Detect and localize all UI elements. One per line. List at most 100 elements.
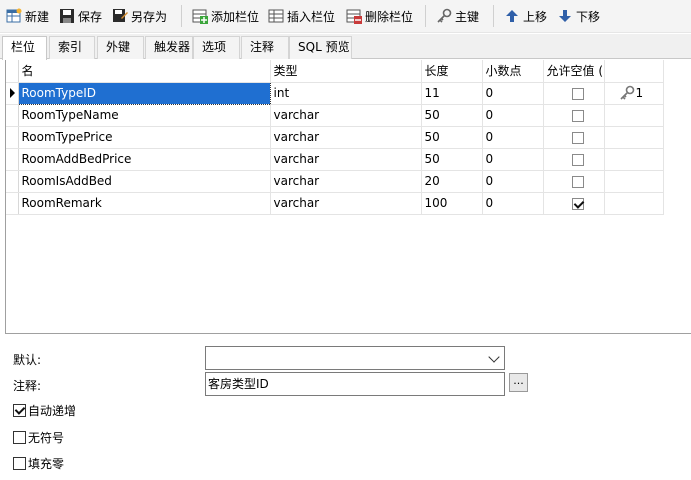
field-nullable-cell[interactable] [543,148,605,171]
delete-field-button[interactable]: 删除栏位 [346,6,413,26]
nullable-checkbox[interactable] [571,197,584,210]
field-length-cell[interactable]: 100 [421,192,483,215]
field-properties-panel: 默认: 注释: 客房类型ID ... 自动递增 无符号 填充零 [0,335,691,480]
toolbar-separator [425,5,426,27]
save-button[interactable]: 保存 [59,6,102,26]
insert-field-button[interactable]: 插入栏位 [268,6,335,26]
field-decimals-cell[interactable]: 0 [482,82,544,105]
nullable-checkbox[interactable] [571,87,584,100]
field-name-cell[interactable]: RoomIsAddBed [18,170,271,193]
field-name-cell[interactable]: RoomTypePrice [18,126,271,149]
column-header-type[interactable]: 类型 [270,60,422,83]
field-type-cell[interactable]: varchar [270,170,422,193]
column-header-name[interactable]: 名 [18,60,271,83]
field-length-cell[interactable]: 11 [421,82,483,105]
field-decimals-cell[interactable]: 0 [482,126,544,149]
field-type-cell[interactable]: varchar [270,148,422,171]
table-row[interactable]: RoomRemark varchar 100 0 [6,192,664,215]
new-label: 新建 [25,9,50,24]
tab-foreign-keys[interactable]: 外键 [97,36,144,59]
arrow-down-icon [557,8,573,24]
field-length-cell[interactable]: 20 [421,170,483,193]
comment-edit-button[interactable]: ... [509,373,528,392]
field-nullable-cell[interactable] [543,104,605,127]
new-button[interactable]: 新建 [6,6,49,26]
column-header-key[interactable] [604,60,664,83]
nullable-checkbox[interactable] [571,109,584,122]
column-header-decimals[interactable]: 小数点 [482,60,544,83]
column-header-nullable[interactable]: 允许空值 ( [543,60,605,83]
unsigned-check-box[interactable] [13,431,26,444]
zerofill-check-box[interactable] [13,457,26,470]
field-type-cell[interactable]: int [270,82,422,105]
add-field-button[interactable]: 添加栏位 [192,6,259,26]
field-nullable-cell[interactable] [543,170,605,193]
tab-fields[interactable]: 栏位 [2,36,47,60]
field-name-cell[interactable]: RoomRemark [18,192,271,215]
nullable-checkbox[interactable] [571,131,584,144]
field-decimals-cell[interactable]: 0 [482,170,544,193]
tab-indexes[interactable]: 索引 [49,36,95,59]
field-length-cell[interactable]: 50 [421,148,483,171]
primary-key-label: 主键 [455,9,480,24]
unsigned-checkbox[interactable]: 无符号 [13,429,64,446]
table-row[interactable]: RoomTypeID int 11 0 1 [6,81,664,105]
primary-key-button[interactable]: 主键 [436,6,479,26]
insert-field-icon [268,8,284,24]
tab-options[interactable]: 选项 [193,36,240,59]
field-key-cell[interactable] [604,148,664,171]
table-row[interactable]: RoomTypePrice varchar 50 0 [6,126,664,149]
auto-increment-check-box[interactable] [13,404,26,417]
field-name-cell[interactable]: RoomTypeName [18,104,271,127]
insert-field-label: 插入栏位 [287,9,336,24]
field-key-cell[interactable] [604,126,664,149]
field-length-cell[interactable]: 50 [421,126,483,149]
tab-triggers[interactable]: 触发器 [145,36,193,59]
row-indicator [6,192,19,215]
field-decimals-cell[interactable]: 0 [482,104,544,127]
nullable-checkbox[interactable] [571,175,584,188]
field-nullable-cell[interactable] [543,126,605,149]
field-length-cell[interactable]: 50 [421,104,483,127]
zerofill-checkbox[interactable]: 填充零 [13,455,64,472]
field-key-cell[interactable] [604,104,664,127]
arrow-up-icon [504,8,520,24]
save-as-icon [112,8,128,24]
field-key-cell[interactable] [604,192,664,215]
field-decimals-cell[interactable]: 0 [482,148,544,171]
save-label: 保存 [78,9,103,24]
field-type-cell[interactable]: varchar [270,126,422,149]
tab-sql-preview[interactable]: SQL 预览 [289,36,352,59]
comment-field[interactable]: 客房类型ID [205,372,505,396]
key-icon [436,8,452,24]
row-indicator [6,148,19,171]
current-row-arrow-icon [10,88,15,98]
key-order: 1 [635,86,644,100]
field-key-cell[interactable] [604,170,664,193]
field-nullable-cell[interactable] [543,192,605,215]
field-type-cell[interactable]: varchar [270,192,422,215]
add-field-label: 添加栏位 [211,9,260,24]
add-field-icon [192,8,208,24]
move-down-button[interactable]: 下移 [557,6,600,26]
row-indicator [6,104,19,127]
field-nullable-cell[interactable] [543,82,605,105]
column-header-length[interactable]: 长度 [421,60,483,83]
nullable-checkbox[interactable] [571,153,584,166]
field-decimals-cell[interactable]: 0 [482,192,544,215]
default-select[interactable] [205,346,505,370]
field-key-cell[interactable]: 1 [604,82,664,105]
fields-grid: 名 类型 长度 小数点 允许空值 ( RoomTypeID int 11 0 1 [5,60,691,334]
table-row[interactable]: RoomTypeName varchar 50 0 [6,104,664,127]
table-row[interactable]: RoomAddBedPrice varchar 50 0 [6,148,664,171]
move-up-button[interactable]: 上移 [504,6,547,26]
row-indicator [6,170,19,193]
auto-increment-checkbox[interactable]: 自动递增 [13,402,76,419]
field-name-cell[interactable]: RoomTypeID [17,81,271,105]
field-name-cell[interactable]: RoomAddBedPrice [18,148,271,171]
save-as-button[interactable]: 另存为 [112,6,167,26]
table-row[interactable]: RoomIsAddBed varchar 20 0 [6,170,664,193]
header-indicator [6,60,19,83]
tab-comment[interactable]: 注释 [241,36,289,59]
field-type-cell[interactable]: varchar [270,104,422,127]
